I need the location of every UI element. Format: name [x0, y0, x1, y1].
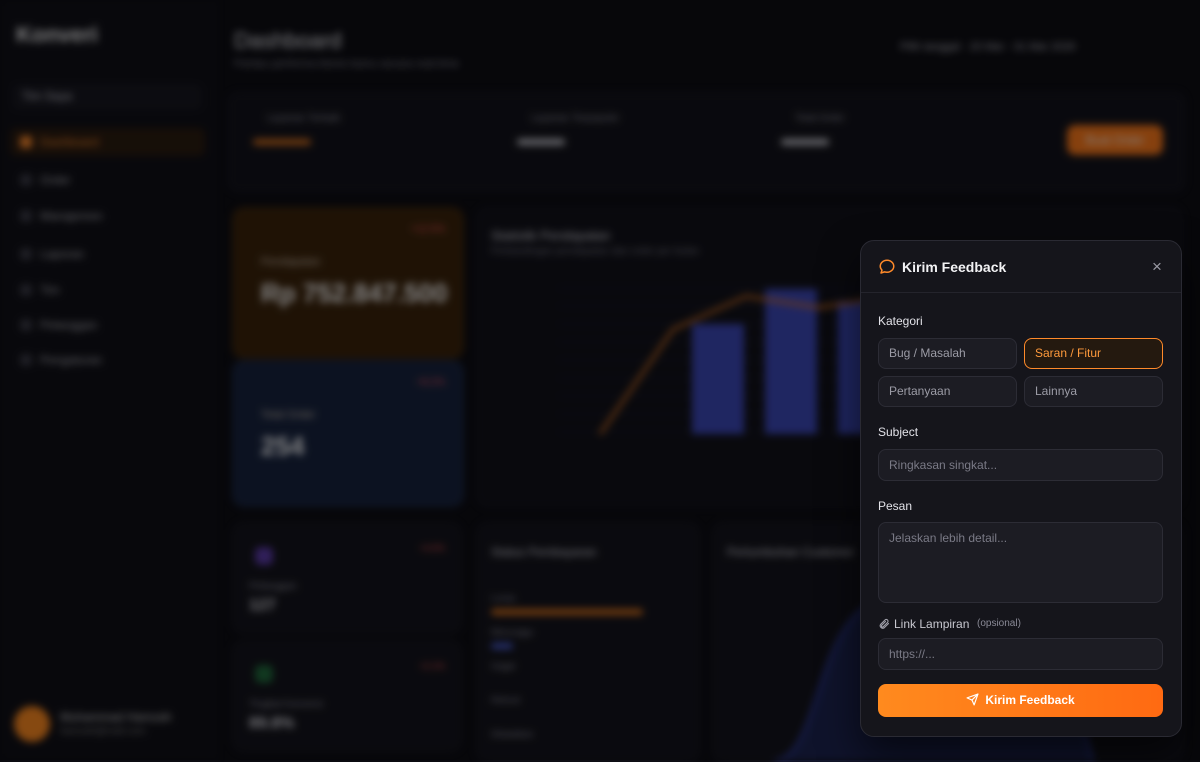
link-optional-hint: (opsional): [977, 618, 1021, 629]
category-bug-button[interactable]: Bug / Masalah: [878, 338, 1017, 369]
message-textarea[interactable]: [878, 522, 1163, 603]
link-label: Link Lampiran: [894, 617, 970, 631]
category-label: Kategori: [878, 314, 923, 328]
message-label: Pesan: [878, 499, 913, 513]
category-lainnya-button[interactable]: Lainnya: [1024, 376, 1163, 407]
category-pertanyaan-button[interactable]: Pertanyaan: [878, 376, 1017, 407]
submit-feedback-button[interactable]: Kirim Feedback: [878, 684, 1163, 717]
modal-title: Kirim Feedback: [902, 259, 1007, 275]
close-button[interactable]: ×: [1147, 257, 1167, 277]
attachment-link-input[interactable]: [878, 638, 1163, 670]
category-saran-button[interactable]: Saran / Fitur: [1024, 338, 1163, 369]
subject-input[interactable]: [878, 449, 1163, 481]
submit-label: Kirim Feedback: [985, 693, 1075, 707]
chat-bubble-icon: [879, 259, 895, 274]
paperclip-icon: [879, 618, 890, 629]
feedback-modal: Kirim Feedback × Kategori Bug / Masalah …: [860, 240, 1182, 737]
modal-header: Kirim Feedback ×: [861, 241, 1181, 293]
send-icon: [966, 693, 979, 706]
subject-label: Subject: [878, 425, 919, 439]
